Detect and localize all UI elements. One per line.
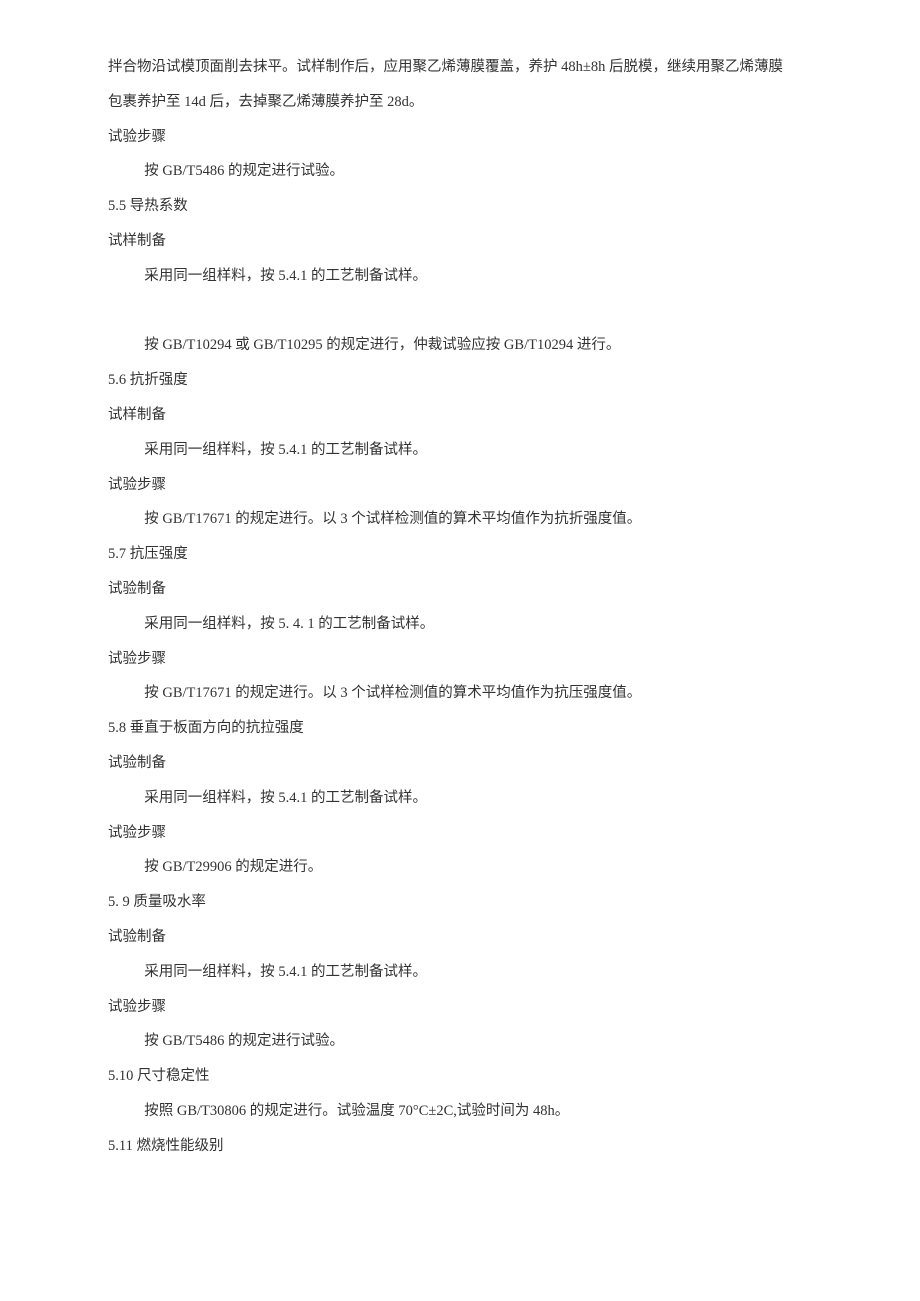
section-label: 试验制备 <box>108 572 820 607</box>
blank-line <box>108 294 820 329</box>
text-line: 按 GB/T17671 的规定进行。以 3 个试样检测值的算术平均值作为抗折强度… <box>108 502 820 537</box>
text-line: 按 GB/T5486 的规定进行试验。 <box>108 154 820 189</box>
section-heading: 5.6 抗折强度 <box>108 363 820 398</box>
text-line: 采用同一组样料，按 5.4.1 的工艺制备试样。 <box>108 781 820 816</box>
section-label: 试验制备 <box>108 920 820 955</box>
section-heading: 5.5 导热系数 <box>108 189 820 224</box>
text-line: 按 GB/T5486 的规定进行试验。 <box>108 1024 820 1059</box>
section-heading: 5. 9 质量吸水率 <box>108 885 820 920</box>
section-label: 试验步骤 <box>108 642 820 677</box>
text-line: 采用同一组样料，按 5.4.1 的工艺制备试样。 <box>108 955 820 990</box>
section-label: 试样制备 <box>108 398 820 433</box>
section-heading: 5.7 抗压强度 <box>108 537 820 572</box>
document-page: 拌合物沿试模顶面削去抹平。试样制作后，应用聚乙烯薄膜覆盖，养护 48h±8h 后… <box>0 0 920 1224</box>
section-label: 试样制备 <box>108 224 820 259</box>
section-label: 试验步骤 <box>108 990 820 1025</box>
text-line: 按照 GB/T30806 的规定进行。试验温度 70°C±2C,试验时间为 48… <box>108 1094 820 1129</box>
section-label: 试验步骤 <box>108 816 820 851</box>
section-heading: 5.8 垂直于板面方向的抗拉强度 <box>108 711 820 746</box>
text-line: 采用同一组样料，按 5.4.1 的工艺制备试样。 <box>108 259 820 294</box>
text-line: 按 GB/T29906 的规定进行。 <box>108 850 820 885</box>
text-line: 按 GB/T10294 或 GB/T10295 的规定进行，仲裁试验应按 GB/… <box>108 328 820 363</box>
text-line: 采用同一组样料，按 5. 4. 1 的工艺制备试样。 <box>108 607 820 642</box>
section-heading: 5.11 燃烧性能级别 <box>108 1129 820 1164</box>
section-heading: 5.10 尺寸稳定性 <box>108 1059 820 1094</box>
text-line: 包裹养护至 14d 后，去掉聚乙烯薄膜养护至 28d。 <box>108 85 820 120</box>
text-line: 按 GB/T17671 的规定进行。以 3 个试样检测值的算术平均值作为抗压强度… <box>108 676 820 711</box>
section-label: 试验制备 <box>108 746 820 781</box>
text-line: 拌合物沿试模顶面削去抹平。试样制作后，应用聚乙烯薄膜覆盖，养护 48h±8h 后… <box>108 50 820 85</box>
section-label: 试验步骤 <box>108 120 820 155</box>
section-label: 试验步骤 <box>108 468 820 503</box>
text-line: 采用同一组样料，按 5.4.1 的工艺制备试样。 <box>108 433 820 468</box>
